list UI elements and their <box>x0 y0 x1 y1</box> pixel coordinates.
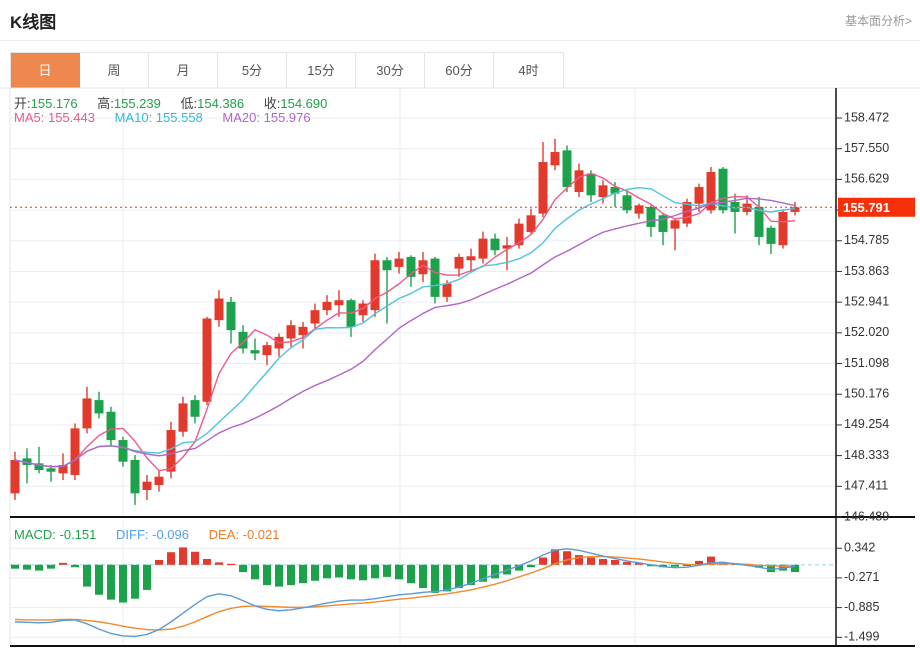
candle-65 <box>779 212 788 245</box>
candle-bodies <box>11 150 800 493</box>
axis-label: 150.176 <box>844 387 889 401</box>
candle-16 <box>191 400 200 417</box>
axis-label: 148.333 <box>844 448 889 462</box>
candle-27 <box>323 302 332 310</box>
ma20-label: MA20: <box>222 110 260 125</box>
candle-31 <box>371 260 380 310</box>
ma10-value: 155.558 <box>156 110 203 125</box>
candle-21 <box>251 350 260 353</box>
axes <box>10 88 915 646</box>
candle-47 <box>563 150 572 187</box>
axis-label: 146.489 <box>844 509 889 523</box>
axis-label: 158.472 <box>844 110 889 124</box>
kline-app: K线图 基本面分析> 日周月5分15分30分60分4时 158.472157.5… <box>0 0 920 651</box>
candle-24 <box>287 325 296 338</box>
axis-label: 154.785 <box>844 233 889 247</box>
ma5-line <box>15 173 795 470</box>
candle-40 <box>479 239 488 259</box>
axis-label: 151.098 <box>844 356 889 370</box>
ma5-line <box>15 173 795 470</box>
axis-label: 0.342 <box>844 541 875 555</box>
axis-label: 152.941 <box>844 294 889 308</box>
candle-8 <box>95 400 104 413</box>
candle-1 <box>11 460 20 493</box>
candle-19 <box>227 302 236 330</box>
candle-54 <box>647 207 656 227</box>
axis-label: 156.629 <box>844 172 889 186</box>
candle-45 <box>539 162 548 214</box>
price-marker: 155.791 <box>838 198 915 217</box>
dea-label: DEA: <box>209 527 239 542</box>
ma-info-row: MA5: 155.443 MA10: 155.558 MA20: 155.976 <box>14 110 311 125</box>
candle-52 <box>623 195 632 210</box>
candle-26 <box>311 310 320 323</box>
candle-4 <box>47 468 56 471</box>
candle-10 <box>119 440 128 462</box>
candle-15 <box>179 403 188 431</box>
ma5-label: MA5: <box>14 110 44 125</box>
candle-11 <box>131 460 140 493</box>
candle-58 <box>695 187 704 204</box>
price-marker-value: 155.791 <box>843 200 890 215</box>
candle-36 <box>431 259 440 297</box>
axis-label: -0.271 <box>844 570 879 584</box>
diff-value: -0.096 <box>152 527 189 542</box>
candle-56 <box>671 220 680 228</box>
axis-label: 153.863 <box>844 264 889 278</box>
axis-label: -1.499 <box>844 630 879 644</box>
candle-49 <box>587 174 596 196</box>
candle-44 <box>527 215 536 232</box>
candle-28 <box>335 300 344 305</box>
close-value: 154.690 <box>280 96 327 111</box>
candle-41 <box>491 239 500 251</box>
candle-17 <box>203 319 212 402</box>
candle-60 <box>719 169 728 211</box>
axis-label: 149.254 <box>844 417 889 431</box>
candle-6 <box>71 428 80 475</box>
axis-label: -0.885 <box>844 600 879 614</box>
candle-25 <box>299 327 308 335</box>
macd-info-row: MACD: -0.151 DIFF: -0.096 DEA: -0.021 <box>14 527 279 542</box>
open-label: 开: <box>14 96 31 111</box>
high-label: 高: <box>97 96 114 111</box>
candle-64 <box>767 228 776 244</box>
candle-48 <box>575 170 584 192</box>
candle-37 <box>443 284 452 297</box>
candle-46 <box>551 152 560 165</box>
candle-18 <box>215 299 224 321</box>
candle-22 <box>263 345 272 355</box>
close-label: 收: <box>264 96 281 111</box>
candle-33 <box>395 259 404 267</box>
gridlines <box>0 88 920 646</box>
candle-13 <box>155 477 164 485</box>
low-value: 154.386 <box>197 96 244 111</box>
candle-50 <box>599 185 608 197</box>
ma10-label: MA10: <box>115 110 153 125</box>
candle-53 <box>635 205 644 213</box>
dea-value: -0.021 <box>243 527 280 542</box>
ma5-value: 155.443 <box>48 110 95 125</box>
axis-label: 147.411 <box>844 479 888 493</box>
candle-12 <box>143 482 152 490</box>
candle-38 <box>455 257 464 269</box>
ma20-value: 155.976 <box>264 110 311 125</box>
low-label: 低: <box>181 96 198 111</box>
candle-32 <box>383 260 392 270</box>
candle-39 <box>467 256 476 260</box>
candle-7 <box>83 398 92 428</box>
axis-label: 157.550 <box>844 141 889 155</box>
macd-value: -0.151 <box>60 527 97 542</box>
candle-9 <box>107 412 116 440</box>
y-axis-labels: 158.472157.550156.629155.707154.785153.8… <box>836 110 889 643</box>
high-value: 155.239 <box>114 96 161 111</box>
diff-label: DIFF: <box>116 527 149 542</box>
axis-label: 152.020 <box>844 325 889 339</box>
macd-label: MACD: <box>14 527 56 542</box>
open-value: 155.176 <box>31 96 78 111</box>
